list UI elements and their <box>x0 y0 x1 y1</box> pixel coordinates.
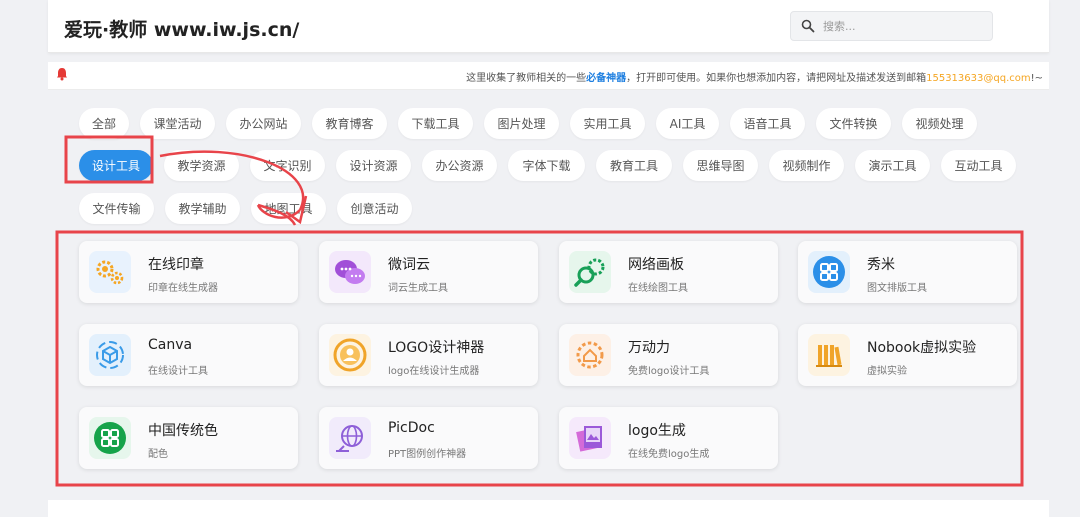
notice-text-middle: ，打开即可使用。如果你也想添加内容，请把网址及描述发送到邮箱 <box>626 73 927 84</box>
grid-icon <box>808 251 850 293</box>
search-box[interactable] <box>790 11 993 41</box>
tool-name: 网络画板 <box>628 257 684 273</box>
notice-bar: 这里收集了教师相关的一些必备神器，打开即可使用。如果你也想添加内容，请把网址及描… <box>48 62 1049 90</box>
tab-image-processing[interactable]: 图片处理 <box>484 108 559 139</box>
tab-teaching-aids[interactable]: 教学辅助 <box>165 193 240 224</box>
tool-card-xiumi[interactable]: 秀米 图文排版工具 <box>798 241 1017 303</box>
books-icon <box>808 334 850 376</box>
photo-stack-icon <box>569 417 611 459</box>
gear-home-icon <box>569 334 611 376</box>
tool-name: PicDoc <box>388 420 435 436</box>
search-icon <box>801 19 815 33</box>
tool-desc: PPT图例创作神器 <box>388 449 467 460</box>
tab-voice-tools[interactable]: 语音工具 <box>730 108 805 139</box>
tab-ai-tools[interactable]: AI工具 <box>656 108 719 139</box>
tool-desc: 在线设计工具 <box>148 366 208 377</box>
tab-all[interactable]: 全部 <box>79 108 129 139</box>
tab-map-tools[interactable]: 地图工具 <box>251 193 326 224</box>
notice-text-before: 这里收集了教师相关的一些 <box>466 73 587 84</box>
tool-name: 万动力 <box>628 340 670 356</box>
tool-card-logo-designer[interactable]: LOGO设计神器 logo在线设计生成器 <box>319 324 538 386</box>
gears-icon <box>89 251 131 293</box>
tab-education-blogs[interactable]: 教育博客 <box>312 108 387 139</box>
tool-desc: 词云生成工具 <box>388 283 448 294</box>
tool-desc: 图文排版工具 <box>867 283 927 294</box>
color-grid-icon <box>89 417 131 459</box>
graduate-badge-icon <box>329 334 371 376</box>
tab-download-tools[interactable]: 下载工具 <box>398 108 473 139</box>
tab-teaching-resources[interactable]: 教学资源 <box>164 150 239 181</box>
bottom-panel <box>48 500 1049 517</box>
tool-card-logo-generator[interactable]: logo生成 在线免费logo生成 <box>559 407 778 469</box>
notice-text-after: !~ <box>1030 73 1043 84</box>
tab-file-transfer[interactable]: 文件传输 <box>79 193 154 224</box>
gear-magnifier-icon <box>569 251 611 293</box>
tool-card-wandongli[interactable]: 万动力 免费logo设计工具 <box>559 324 778 386</box>
tool-desc: 在线绘图工具 <box>628 283 688 294</box>
tool-desc: 在线免费logo生成 <box>628 449 710 460</box>
tool-card-online-seal[interactable]: 在线印章 印章在线生成器 <box>79 241 298 303</box>
tab-text-recognition[interactable]: 文字识别 <box>250 150 325 181</box>
tool-card-chinese-colors[interactable]: 中国传统色 配色 <box>79 407 298 469</box>
tab-file-conversion[interactable]: 文件转换 <box>816 108 891 139</box>
notice-text: 这里收集了教师相关的一些必备神器，打开即可使用。如果你也想添加内容，请把网址及描… <box>466 69 1043 84</box>
tab-mind-maps[interactable]: 思维导图 <box>683 150 758 181</box>
tab-design-resources[interactable]: 设计资源 <box>336 150 411 181</box>
tab-interactive-tools[interactable]: 互动工具 <box>941 150 1016 181</box>
tab-classroom-activities[interactable]: 课堂活动 <box>140 108 215 139</box>
tool-name: 微词云 <box>388 257 430 273</box>
tool-desc: 虚拟实验 <box>867 366 907 377</box>
tab-office-resources[interactable]: 办公资源 <box>422 150 497 181</box>
notice-highlight: 必备神器 <box>586 73 627 84</box>
tab-education-tools[interactable]: 教育工具 <box>596 150 672 181</box>
chat-bubbles-icon <box>329 251 371 293</box>
notice-email-link[interactable]: 155313633@qq.com <box>926 73 1031 84</box>
site-header: 爱玩·教师 www.iw.js.cn/ <box>48 0 1049 53</box>
cube-cycle-icon <box>89 334 131 376</box>
tab-font-download[interactable]: 字体下载 <box>508 150 585 181</box>
tool-card-picdoc[interactable]: PicDoc PPT图例创作神器 <box>319 407 538 469</box>
globe-icon <box>329 417 371 459</box>
tool-desc: logo在线设计生成器 <box>388 366 480 377</box>
tool-card-nobook[interactable]: Nobook虚拟实验 虚拟实验 <box>798 324 1017 386</box>
bell-icon <box>57 68 67 81</box>
tool-desc: 配色 <box>148 449 168 460</box>
tab-video-production[interactable]: 视频制作 <box>769 150 844 181</box>
tab-office-sites[interactable]: 办公网站 <box>226 108 301 139</box>
tool-card-word-cloud[interactable]: 微词云 词云生成工具 <box>319 241 538 303</box>
search-input[interactable] <box>823 16 983 36</box>
tool-name: logo生成 <box>628 423 686 439</box>
tool-name: LOGO设计神器 <box>388 340 485 356</box>
tool-name: 秀米 <box>867 257 895 273</box>
tab-presentation-tools[interactable]: 演示工具 <box>855 150 930 181</box>
tab-utility-tools[interactable]: 实用工具 <box>570 108 645 139</box>
tool-card-network-canvas[interactable]: 网络画板 在线绘图工具 <box>559 241 778 303</box>
site-title[interactable]: 爱玩·教师 www.iw.js.cn/ <box>64 15 299 42</box>
tool-name: 中国传统色 <box>148 423 218 439</box>
tool-desc: 免费logo设计工具 <box>628 366 710 377</box>
tab-video-processing[interactable]: 视频处理 <box>902 108 977 139</box>
tool-name: Canva <box>148 337 193 353</box>
tab-design-tools[interactable]: 设计工具 <box>79 150 153 181</box>
tool-card-canva[interactable]: Canva 在线设计工具 <box>79 324 298 386</box>
tab-creative-activities[interactable]: 创意活动 <box>337 193 412 224</box>
tool-desc: 印章在线生成器 <box>148 283 218 294</box>
tool-name: 在线印章 <box>148 257 204 273</box>
tool-name: Nobook虚拟实验 <box>867 340 977 356</box>
